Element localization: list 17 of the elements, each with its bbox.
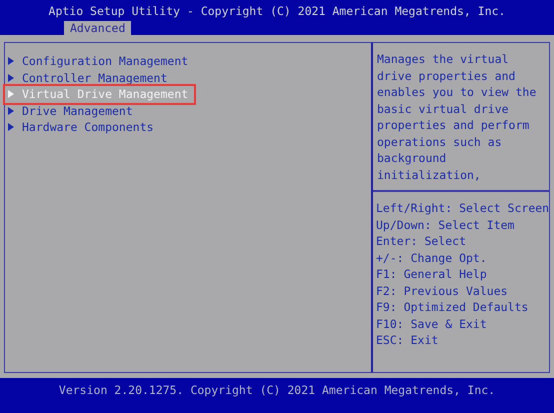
key-hint: F2: Previous Values <box>376 282 509 299</box>
menu-item[interactable]: Configuration Management <box>22 53 188 70</box>
key-hint: Enter: Select <box>376 233 468 250</box>
key-hint: Up/Down: Select Item <box>376 216 516 233</box>
key-hint: F9: Optimized Defaults <box>376 299 530 316</box>
tab[interactable]: Advanced <box>64 21 132 35</box>
key-hint: F1: General Help <box>376 266 488 282</box>
menu-item[interactable]: Controller Management <box>22 70 168 86</box>
window-title: Aptio Setup Utility - Copyright (C) 2021 American Megatrends, Inc. <box>48 3 506 18</box>
help-text: Manages the virtual drive properties and enables you to view the basic virtual drive properties and perform operations such as background initialization, <box>377 51 538 183</box>
key-hint: +/-: Change Opt. <box>376 250 488 266</box>
version-text: Version 2.20.1275. Copyright (C) 2021 American Megatrends, Inc. <box>58 382 496 399</box>
key-hint: F10: Save & Exit <box>376 316 488 332</box>
key-hint: ESC: Exit <box>376 332 440 348</box>
menu-item[interactable]: Drive Management <box>22 102 133 119</box>
key-hint: Left/Right: Select Screen <box>376 200 550 216</box>
menu-item[interactable]: Hardware Components <box>22 119 154 136</box>
